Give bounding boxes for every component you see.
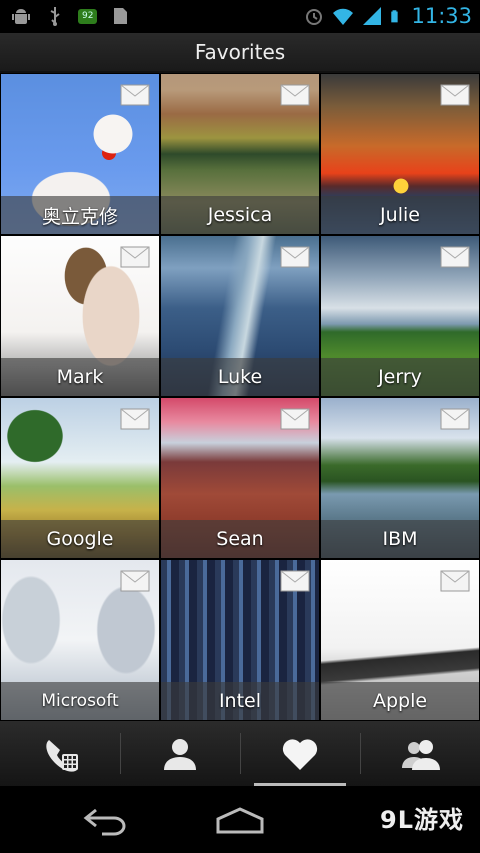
favorite-tile[interactable]: Julie — [320, 73, 480, 235]
contact-person-icon — [164, 738, 196, 770]
message-icon[interactable] — [280, 84, 310, 106]
contact-name: Google — [46, 528, 114, 550]
battery-icon — [391, 10, 399, 23]
phone-dialpad-icon — [46, 739, 78, 772]
contact-name: Jessica — [207, 204, 273, 226]
name-bar: Microsoft — [1, 682, 159, 720]
favorite-tile[interactable]: Jerry — [320, 235, 480, 397]
name-bar: Julie — [321, 196, 479, 234]
favorite-tile[interactable]: 奥立克修 — [0, 73, 160, 235]
favorite-tile[interactable]: Google — [0, 397, 160, 559]
favorite-tile[interactable]: Apple — [320, 559, 480, 721]
system-icons: 11:33 — [303, 3, 472, 29]
message-icon[interactable] — [280, 246, 310, 268]
page-title: Favorites — [194, 40, 286, 64]
usb-icon — [50, 7, 60, 26]
favorite-tile[interactable]: Sean — [160, 397, 320, 559]
message-icon[interactable] — [440, 570, 470, 592]
tab-contacts[interactable] — [120, 721, 240, 786]
wifi-icon — [333, 8, 354, 25]
favorite-tile[interactable]: Jessica — [160, 73, 320, 235]
name-bar: Jessica — [161, 196, 319, 234]
name-bar: Mark — [1, 358, 159, 396]
name-bar: IBM — [321, 520, 479, 558]
contact-name: Microsoft — [41, 691, 119, 711]
message-icon[interactable] — [440, 84, 470, 106]
favorite-tile[interactable]: IBM — [320, 397, 480, 559]
favorite-tile[interactable]: Luke — [160, 235, 320, 397]
name-bar: 奥立克修 — [1, 196, 159, 234]
contact-name: Julie — [380, 204, 420, 226]
back-icon[interactable] — [82, 806, 134, 836]
message-icon[interactable] — [280, 570, 310, 592]
name-bar: Intel — [161, 682, 319, 720]
tab-groups[interactable] — [360, 721, 480, 786]
name-bar: Luke — [161, 358, 319, 396]
alarm-icon — [306, 9, 323, 25]
clock: 11:33 — [411, 4, 472, 28]
name-bar: Sean — [161, 520, 319, 558]
signal-icon — [363, 7, 382, 25]
name-bar: Jerry — [321, 358, 479, 396]
android-debug-icon — [12, 9, 30, 24]
tab-phone[interactable] — [0, 721, 120, 786]
favorite-tile[interactable]: Intel — [160, 559, 320, 721]
message-icon[interactable] — [440, 246, 470, 268]
message-icon[interactable] — [280, 408, 310, 430]
contact-name: Luke — [217, 366, 263, 388]
message-icon[interactable] — [120, 246, 150, 268]
action-bar: Favorites — [0, 33, 480, 73]
contact-name: 奥立克修 — [41, 205, 118, 228]
contact-name: IBM — [382, 528, 418, 550]
status-bar: 92 11:33 — [0, 0, 480, 33]
message-icon[interactable] — [440, 408, 470, 430]
tab-favorites[interactable] — [240, 721, 360, 786]
contact-name: Apple — [372, 690, 428, 712]
heart-icon — [282, 738, 318, 770]
name-bar: Apple — [321, 682, 479, 720]
navigation-bar: 9L游戏 — [0, 786, 480, 853]
contact-name: Jerry — [378, 366, 422, 388]
group-people-icon — [402, 739, 440, 770]
favorite-tile[interactable]: Microsoft — [0, 559, 160, 721]
home-icon[interactable] — [214, 806, 266, 836]
contact-name: Mark — [56, 366, 104, 388]
name-bar: Google — [1, 520, 159, 558]
tab-bar — [0, 721, 480, 786]
contact-name: Sean — [216, 528, 264, 550]
watermark-logo: 9L游戏 — [380, 806, 464, 834]
favorite-tile[interactable]: Mark — [0, 235, 160, 397]
contact-name: Intel — [218, 690, 262, 712]
favorites-grid: 奥立克修 Jessica Julie Mark Luke Jerry Googl… — [0, 73, 480, 721]
sd-card-icon — [114, 8, 128, 24]
message-icon[interactable] — [120, 84, 150, 106]
message-icon[interactable] — [120, 408, 150, 430]
message-icon[interactable] — [120, 570, 150, 592]
battery-saver-icon: 92 — [78, 8, 98, 24]
notification-icons: 92 — [10, 5, 131, 27]
